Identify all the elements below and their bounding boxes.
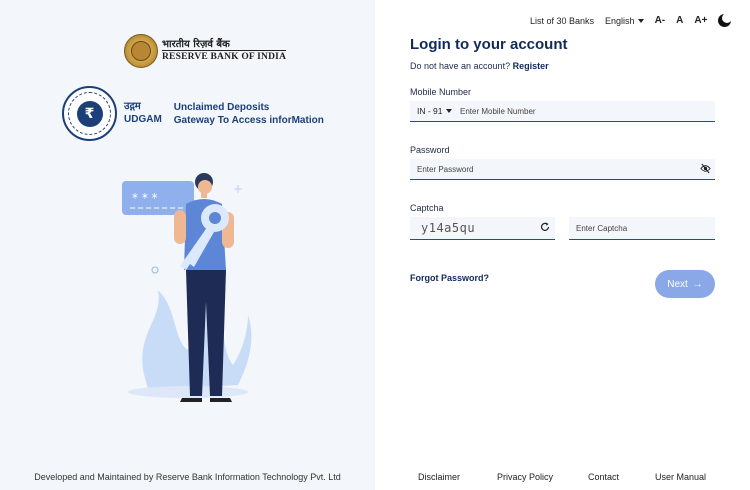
mobile-field: IN - 91 Enter Mobile Number: [410, 101, 715, 122]
next-label: Next: [667, 278, 688, 290]
refresh-icon[interactable]: [540, 222, 550, 232]
right-panel: [375, 0, 750, 490]
password-input[interactable]: Enter Password: [410, 159, 715, 180]
left-panel: भारतीय रिज़र्व बैंक RESERVE BANK OF INDI…: [0, 0, 375, 490]
password-label: Password: [410, 145, 450, 155]
register-link[interactable]: Register: [513, 61, 549, 71]
no-account-text: Do not have an account?: [410, 61, 511, 71]
font-reset-button[interactable]: A: [676, 15, 683, 26]
udgam-logo: ₹ उद्गम UDGAM Unclaimed Deposits Gateway…: [62, 86, 324, 141]
rbi-seal-icon: [124, 34, 158, 68]
language-label: English: [605, 15, 635, 26]
captcha-label: Captcha: [410, 203, 444, 213]
developer-credit: Developed and Maintained by Reserve Bank…: [34, 472, 341, 482]
footer-link-privacy[interactable]: Privacy Policy: [497, 472, 553, 482]
rbi-hindi-name: भारतीय रिज़र्व बैंक: [162, 39, 230, 51]
captcha-placeholder: Enter Captcha: [576, 223, 628, 233]
udgam-hindi: उद्गम: [124, 101, 141, 112]
country-code-value: IN - 91: [417, 106, 443, 116]
rbi-logo: भारतीय रिज़र्व बैंक RESERVE BANK OF INDI…: [124, 34, 287, 68]
arrow-right-icon: →: [692, 278, 703, 290]
chevron-down-icon: [637, 18, 644, 23]
footer-link-disclaimer[interactable]: Disclaimer: [418, 472, 460, 482]
top-bar: List of 30 Banks English A- A A+: [530, 13, 733, 27]
dark-mode-icon[interactable]: [718, 13, 733, 27]
page-title: Login to your account: [410, 36, 568, 53]
udgam-name: UDGAM: [124, 113, 162, 125]
country-code-select[interactable]: IN - 91: [410, 106, 460, 116]
captcha-code: y14a5qu: [421, 221, 476, 235]
font-increase-button[interactable]: A+: [694, 15, 707, 26]
chevron-down-icon: [445, 109, 452, 113]
udgam-tagline-2: Gateway To Access inforMation: [173, 114, 324, 126]
font-decrease-button[interactable]: A-: [655, 15, 666, 26]
language-selector[interactable]: English: [605, 16, 644, 26]
eye-off-icon[interactable]: [700, 163, 711, 174]
rbi-english-name: RESERVE BANK OF INDIA: [162, 50, 287, 63]
login-illustration: * * *: [122, 173, 252, 402]
captcha-input[interactable]: Enter Captcha: [569, 217, 715, 240]
password-placeholder: Enter Password: [417, 164, 474, 174]
forgot-password-link[interactable]: Forgot Password?: [410, 273, 489, 283]
next-button[interactable]: Next →: [655, 270, 715, 298]
udgam-badge-icon: ₹: [62, 86, 117, 141]
footer-link-contact[interactable]: Contact: [588, 472, 619, 482]
mobile-input[interactable]: Enter Mobile Number: [460, 107, 536, 116]
mobile-label: Mobile Number: [410, 87, 472, 97]
footer-link-user-manual[interactable]: User Manual: [655, 472, 706, 482]
password-mask-text: * * *: [132, 191, 158, 205]
register-prompt: Do not have an account? Register: [410, 61, 549, 71]
captcha-image: y14a5qu: [410, 217, 555, 240]
udgam-tagline-1: Unclaimed Deposits: [173, 101, 270, 113]
banks-list-link[interactable]: List of 30 Banks: [530, 16, 594, 26]
